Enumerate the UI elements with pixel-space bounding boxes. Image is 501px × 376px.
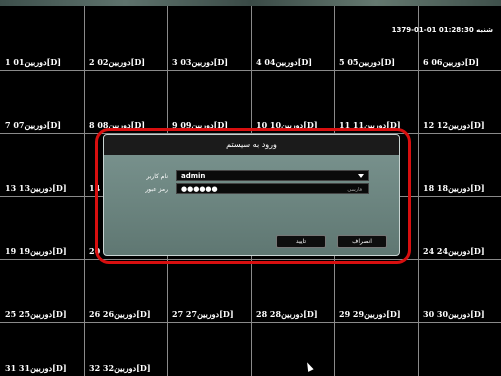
username-dropdown[interactable]: admin <box>176 170 369 181</box>
camera-label[interactable]: 31 دوربین31[D] <box>5 363 67 373</box>
camera-label[interactable]: 3 دوربین03[D] <box>172 57 228 67</box>
grid-divider <box>84 6 85 376</box>
confirm-button[interactable]: تایید <box>276 235 326 248</box>
password-value: ●●●●●● <box>181 185 218 193</box>
password-label: رمز عبور <box>145 186 168 193</box>
login-dialog: ورود به سیستم نام کاربر admin رمز عبور ●… <box>103 134 400 256</box>
camera-label[interactable]: 7 دوربین07[D] <box>5 120 61 130</box>
grid-divider <box>0 70 501 71</box>
datetime-display: 1379-01-01 01:28:30 شنبه <box>391 26 493 34</box>
camera-label[interactable]: 1 دوربین01[D] <box>5 57 61 67</box>
camera-label[interactable]: 24 دوربین24[D] <box>423 246 485 256</box>
username-label: نام کاربر <box>146 173 168 180</box>
camera-label[interactable]: 18 دوربین18[D] <box>423 183 485 193</box>
grid-divider <box>418 6 419 376</box>
camera-label[interactable]: 28 دوربین28[D] <box>256 309 318 319</box>
username-value: admin <box>181 172 206 180</box>
chevron-down-icon[interactable] <box>358 174 364 178</box>
camera-label[interactable]: 29 دوربین29[D] <box>339 309 401 319</box>
camera-label[interactable]: 13 دوربین13[D] <box>5 183 67 193</box>
grid-divider <box>0 322 501 323</box>
camera-label[interactable]: 32 دوربین32[D] <box>89 363 151 373</box>
camera-label[interactable]: 4 دوربین04[D] <box>256 57 312 67</box>
camera-label[interactable]: 6 دوربین06[D] <box>423 57 479 67</box>
camera-label[interactable]: 27 دوربین27[D] <box>172 309 234 319</box>
camera-label[interactable]: 12 دوربین12[D] <box>423 120 485 130</box>
camera-label[interactable]: 19 دوربین19[D] <box>5 246 67 256</box>
camera-label[interactable]: 30 دوربین30[D] <box>423 309 485 319</box>
camera-label[interactable]: 2 دوربین02[D] <box>89 57 145 67</box>
cancel-button[interactable]: انصراف <box>337 235 387 248</box>
camera-label[interactable]: 26 دوربین26[D] <box>89 309 151 319</box>
dialog-title: ورود به سیستم <box>104 135 399 155</box>
camera-label[interactable]: 25 دوربین25[D] <box>5 309 67 319</box>
camera-label[interactable]: 5 دوربین05[D] <box>339 57 395 67</box>
password-field[interactable]: ●●●●●● فارسی <box>176 183 369 194</box>
keyboard-language-hint[interactable]: فارسی <box>347 185 362 195</box>
